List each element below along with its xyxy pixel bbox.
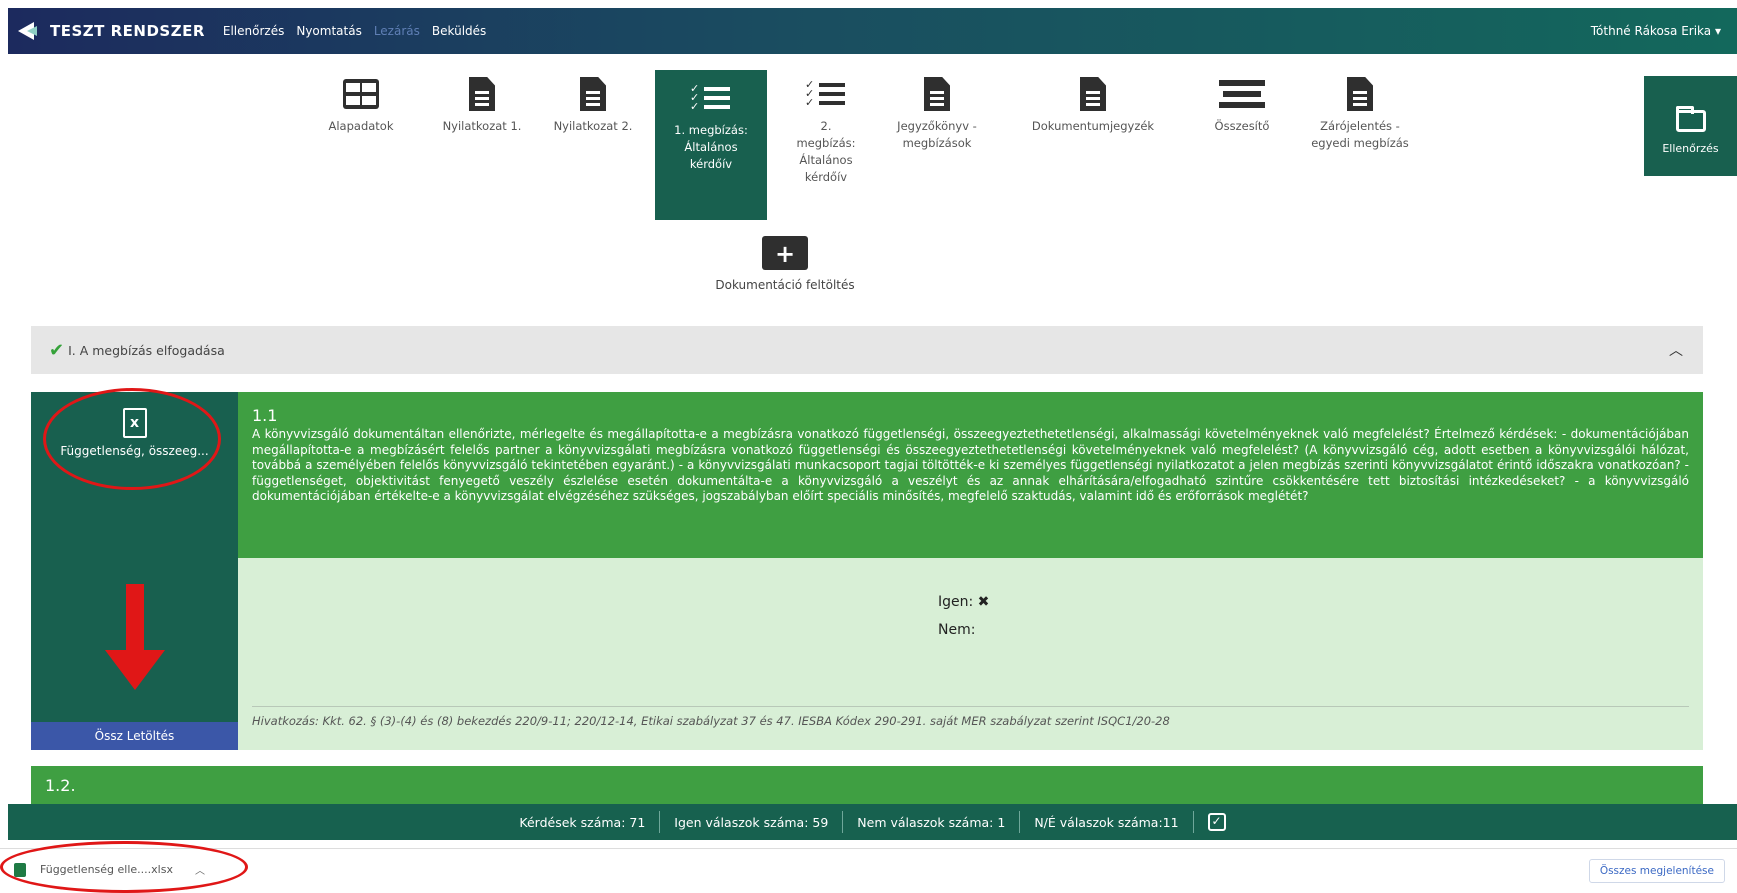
question-card: x Függetlenség, összeeg... Össz Letöltés…: [31, 388, 1703, 750]
checklist-icon: [805, 76, 847, 111]
document-icon: [1347, 77, 1373, 111]
logo-icon: [18, 20, 40, 42]
red-arrow-head: [105, 650, 165, 690]
divider: [842, 811, 844, 833]
tool-label: 2. megbízás: Általános kérdőív: [796, 119, 856, 184]
upload-label: Dokumentáció feltöltés: [715, 278, 855, 292]
divider: [659, 811, 661, 833]
divider: [1192, 811, 1194, 833]
side-button-label: Ellenőrzés: [1662, 142, 1719, 155]
tool-label: Jegyzőkönyv - megbízások: [897, 119, 977, 150]
attachment-column: x Függetlenség, összeeg... Össz Letöltés: [31, 388, 238, 750]
red-arrow-icon: [126, 584, 144, 654]
next-question-header[interactable]: 1.2.: [31, 766, 1703, 804]
document-icon: [580, 77, 606, 111]
tool-label: 1. megbízás: Általános kérdőív: [674, 123, 748, 171]
tool-nyilatkozat-1[interactable]: Nyilatkozat 1.: [442, 70, 522, 135]
upload-documentation-button[interactable]: + Dokumentáció feltöltés: [700, 232, 870, 292]
highlight-circle: [0, 841, 248, 893]
tool-jegyzokonyv[interactable]: Jegyzőkönyv - megbízások: [888, 70, 986, 152]
question-text: A könyvvizsgáló dokumentáltan ellenőrizt…: [252, 427, 1689, 503]
questions-count: Kérdések száma: 71: [519, 814, 646, 830]
folder-plus-icon: +: [762, 236, 808, 270]
check-icon: ✔: [49, 339, 65, 361]
question-number: 1.2.: [45, 776, 76, 795]
document-icon: [469, 77, 495, 111]
section-title: I. A megbízás elfogadása: [68, 342, 225, 358]
download-all-button[interactable]: Össz Letöltés: [31, 722, 238, 750]
section-header[interactable]: ✔ I. A megbízás elfogadása ︿: [31, 326, 1703, 374]
yes-count: Igen válaszok száma: 59: [674, 814, 829, 830]
document-icon: [924, 77, 950, 111]
tool-zarojelentes[interactable]: Zárójelentés - egyedi megbízás: [1306, 70, 1414, 152]
answer-no-label: Nem:: [938, 622, 976, 638]
tool-label: Alapadatok: [328, 119, 394, 133]
checklist-icon: [690, 80, 732, 115]
tool-megbizas-1[interactable]: 1. megbízás: Általános kérdőív: [655, 70, 767, 220]
tool-label: Zárójelentés - egyedi megbízás: [1311, 119, 1409, 150]
stats-footer: Kérdések száma: 71 Igen válaszok száma: …: [8, 804, 1737, 840]
nav-lezaras[interactable]: Lezárás: [374, 24, 420, 38]
tool-megbizas-2[interactable]: 2. megbízás: Általános kérdőív: [780, 70, 872, 186]
nav-nyomtatas[interactable]: Nyomtatás: [296, 24, 361, 38]
top-navbar: TESZT RENDSZER Ellenőrzés Nyomtatás Lezá…: [8, 8, 1737, 54]
tool-osszesito[interactable]: Összesítő: [1200, 70, 1284, 135]
nav-bekuldes[interactable]: Beküldés: [432, 24, 486, 38]
tool-label: Nyilatkozat 1.: [442, 119, 522, 133]
reference-text: Hivatkozás: Kkt. 62. § (3)-(4) és (8) be…: [252, 714, 1170, 728]
no-count: Nem válaszok száma: 1: [857, 814, 1006, 830]
highlight-circle: [43, 388, 221, 490]
question-number: 1.1: [252, 406, 278, 425]
checkbox-icon[interactable]: ✓: [1207, 813, 1226, 831]
nav-ellenorzes[interactable]: Ellenőrzés: [223, 24, 284, 38]
tool-label: Dokumentumjegyzék: [1031, 119, 1155, 133]
brand-title: TESZT RENDSZER: [50, 22, 205, 40]
tool-nyilatkozat-2[interactable]: Nyilatkozat 2.: [553, 70, 633, 135]
tool-dokumentumjegyzek[interactable]: Dokumentumjegyzék: [1010, 70, 1176, 135]
toolbar: Alapadatok Nyilatkozat 1. Nyilatkozat 2.…: [0, 70, 1737, 230]
answer-no[interactable]: Nem:: [938, 622, 975, 638]
divider: [1019, 811, 1021, 833]
show-all-downloads-button[interactable]: Összes megjelenítése: [1588, 859, 1725, 883]
question-header: 1.1 A könyvvizsgáló dokumentáltan ellenő…: [238, 392, 1703, 558]
divider: [252, 706, 1689, 707]
answer-area: Igen: ✖ Nem:: [238, 558, 1703, 686]
user-menu[interactable]: Tóthné Rákosa Erika: [1591, 24, 1721, 38]
answer-yes[interactable]: Igen: ✖: [938, 594, 989, 610]
grid-icon: [343, 79, 379, 109]
reference-area: Hivatkozás: Kkt. 62. § (3)-(4) és (8) be…: [238, 686, 1703, 750]
answer-yes-label: Igen:: [938, 594, 974, 610]
na-count: N/É válaszok száma:11: [1034, 814, 1179, 830]
chevron-up-icon[interactable]: ︿: [1669, 340, 1683, 360]
logo[interactable]: TESZT RENDSZER: [18, 20, 223, 42]
folder-icon: [1675, 106, 1706, 132]
tool-label: Összesítő: [1214, 119, 1270, 133]
tool-alapadatok[interactable]: Alapadatok: [326, 70, 396, 135]
close-icon: ✖: [977, 594, 990, 610]
ellenorzes-side-button[interactable]: Ellenőrzés: [1644, 76, 1737, 176]
lines-icon: [1219, 75, 1265, 113]
tool-label: Nyilatkozat 2.: [553, 119, 633, 133]
document-icon: [1080, 77, 1106, 111]
browser-download-bar: Függetlenség elle....xlsx ︿ Összes megje…: [0, 841, 1737, 893]
